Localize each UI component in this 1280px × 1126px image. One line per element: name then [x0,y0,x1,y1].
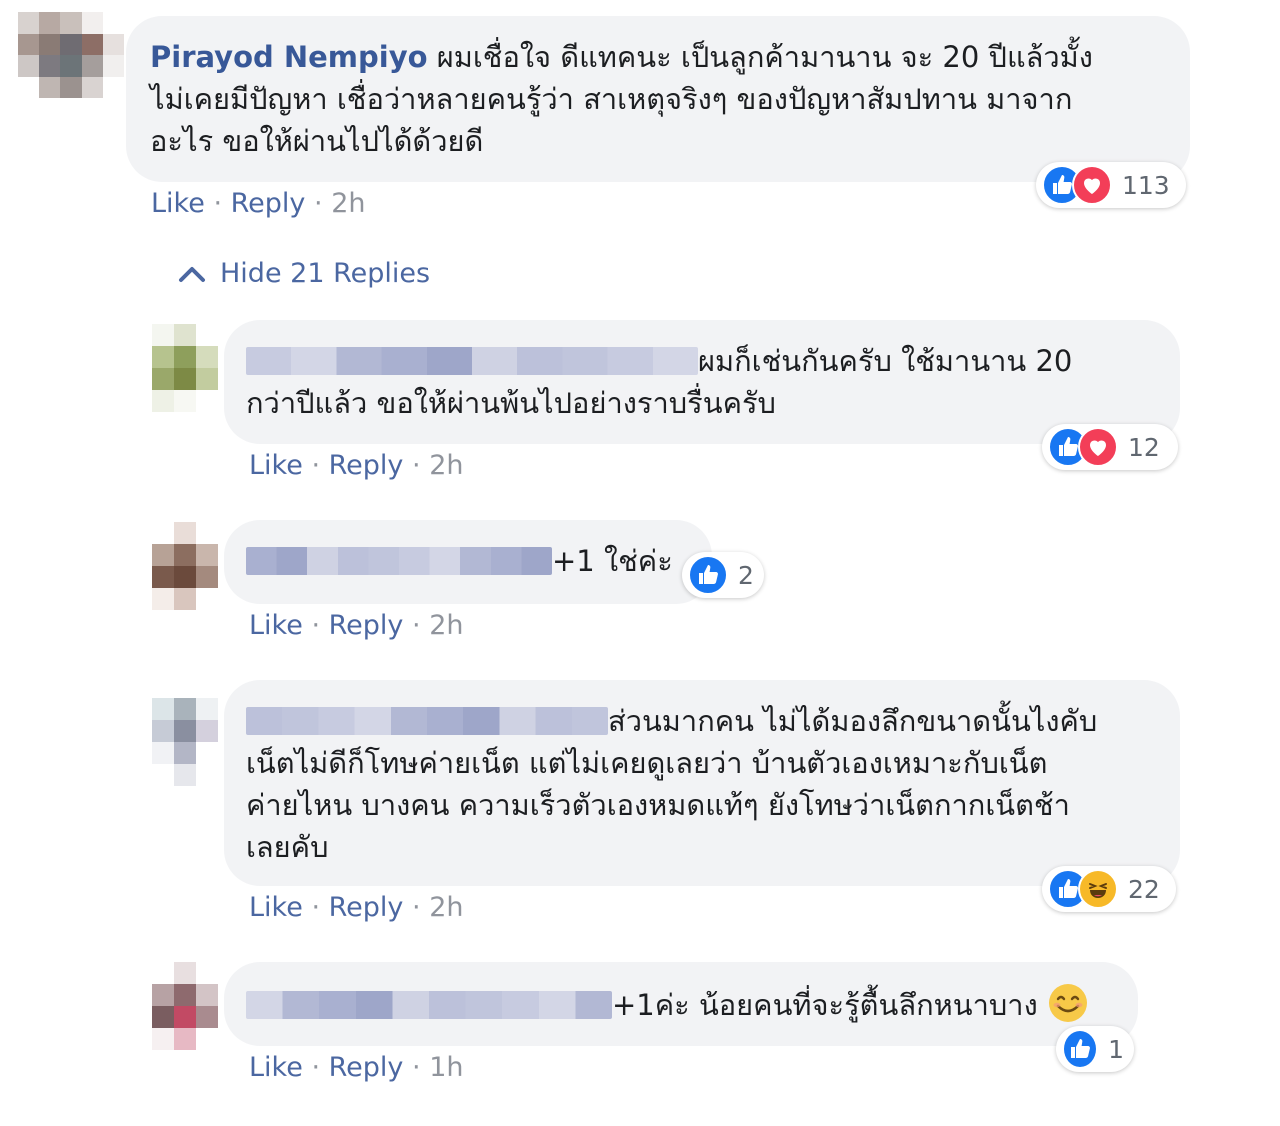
like-icon [688,555,728,595]
like-icon [1062,1029,1099,1069]
blurred-author-name[interactable] [246,547,552,575]
reactions-summary[interactable]: 113 [1036,162,1186,208]
hide-replies-toggle[interactable]: Hide 21 Replies [178,258,430,289]
reply-text: ส่วนมากคน ไม่ได้มองลึกขนาดนั้นไงคับ เน็ต… [246,700,1097,868]
reply-actions: Like · Reply · 2h [249,610,463,641]
reply-bubble: +1 ใช่ค่ะ [224,520,712,604]
comment-thread: Pirayod Nempiyo ผมเชื่อใจ ดีแทคนะ เป็นลู… [0,0,1280,1126]
blurred-author-name[interactable] [246,707,608,735]
smiling-face-emoji [1048,984,1087,1022]
reply-bubble: ผมก็เช่นกันครับ ใช้มานาน 20 กว่าปีแล้ว ข… [224,320,1180,444]
reply-text-line: ค่ายไหน บางคน ความเร็วตัวเองหมดแท้ๆ ยังโ… [246,788,1070,822]
separator: · [311,450,321,481]
separator: · [412,892,421,923]
blurred-author-name[interactable] [246,991,612,1019]
timestamp[interactable]: 1h [429,1052,463,1083]
reply-actions: Like · Reply · 2h [249,450,463,481]
comment-actions: Like · Reply · 2h [151,188,365,219]
reply-text-line: เน็ตไม่ดีก็โทษค่ายเน็ต แต่ไม่เคยดูเลยว่า… [246,746,1048,780]
comment-text-line: อะไร ขอให้ผ่านไปได้ด้วยดี [150,124,484,158]
reply-actions: Like · Reply · 2h [249,892,463,923]
reply-text-line: ผมก็เช่นกันครับ ใช้มานาน 20 [698,344,1073,378]
separator: · [311,610,321,641]
hide-replies-label: Hide 21 Replies [220,258,431,289]
chevron-up-icon [179,266,205,282]
reactions-summary[interactable]: 22 [1042,866,1176,912]
reply-link[interactable]: Reply [329,610,404,641]
like-link[interactable]: Like [151,188,205,219]
reply-bubble: +1ค่ะ น้อยคนที่จะรู้ตื้นลึกหนาบาง [224,962,1138,1046]
comment-text: Pirayod Nempiyo ผมเชื่อใจ ดีแทคนะ เป็นลู… [150,36,1093,162]
avatar[interactable] [152,698,218,786]
avatar[interactable] [152,962,218,1050]
timestamp[interactable]: 2h [429,892,463,923]
timestamp[interactable]: 2h [429,450,463,481]
separator: · [314,188,323,219]
reply-text-line: ส่วนมากคน ไม่ได้มองลึกขนาดนั้นไงคับ [608,704,1098,738]
timestamp[interactable]: 2h [331,188,365,219]
comment-text-line: ไม่เคยมีปัญหา เชื่อว่าหลายคนรู้ว่า สาเหต… [150,82,1073,116]
love-icon [1078,427,1118,467]
reaction-count: 22 [1128,874,1160,904]
reply-link[interactable]: Reply [329,1052,404,1083]
reply-link[interactable]: Reply [329,450,404,481]
blurred-author-name[interactable] [246,347,698,375]
like-link[interactable]: Like [249,450,303,481]
reactions-summary[interactable]: 12 [1042,424,1178,470]
reply-text: ผมก็เช่นกันครับ ใช้มานาน 20 กว่าปีแล้ว ข… [246,340,1072,424]
separator: · [412,450,421,481]
avatar[interactable] [152,522,218,610]
comment-author-link[interactable]: Pirayod Nempiyo [150,40,428,74]
separator: · [311,892,321,923]
reply-text-line: เลยคับ [246,830,329,864]
reaction-count: 12 [1128,432,1160,462]
reply-text: +1 ใช่ค่ะ [246,540,673,582]
love-icon [1072,165,1112,205]
separator: · [213,188,223,219]
reply-link[interactable]: Reply [329,892,404,923]
haha-icon [1078,869,1118,909]
like-link[interactable]: Like [249,610,303,641]
separator: · [412,610,421,641]
reply-text-line: +1 ใช่ค่ะ [552,544,673,578]
reply-actions: Like · Reply · 1h [249,1052,463,1083]
reactions-summary[interactable]: 1 [1056,1026,1134,1072]
reply-bubble: ส่วนมากคน ไม่ได้มองลึกขนาดนั้นไงคับ เน็ต… [224,680,1180,886]
like-link[interactable]: Like [249,892,303,923]
reactions-summary[interactable]: 2 [682,552,764,598]
comment-text-line: ผมเชื่อใจ ดีแทคนะ เป็นลูกค้ามานาน จะ 20 … [436,40,1093,74]
reply-link[interactable]: Reply [231,188,306,219]
comment-bubble: Pirayod Nempiyo ผมเชื่อใจ ดีแทคนะ เป็นลู… [126,16,1190,182]
reply-text-line: กว่าปีแล้ว ขอให้ผ่านพ้นไปอย่างราบรื่นครั… [246,386,776,420]
avatar[interactable] [18,12,124,98]
reaction-count: 2 [738,560,754,590]
reaction-count: 113 [1122,170,1170,200]
timestamp[interactable]: 2h [429,610,463,641]
reply-text: +1ค่ะ น้อยคนที่จะรู้ตื้นลึกหนาบาง [246,982,1089,1026]
separator: · [412,1052,421,1083]
like-link[interactable]: Like [249,1052,303,1083]
reaction-count: 1 [1108,1034,1124,1064]
avatar[interactable] [152,324,218,412]
reply-text-line: +1ค่ะ น้อยคนที่จะรู้ตื้นลึกหนาบาง [612,988,1038,1022]
separator: · [311,1052,321,1083]
